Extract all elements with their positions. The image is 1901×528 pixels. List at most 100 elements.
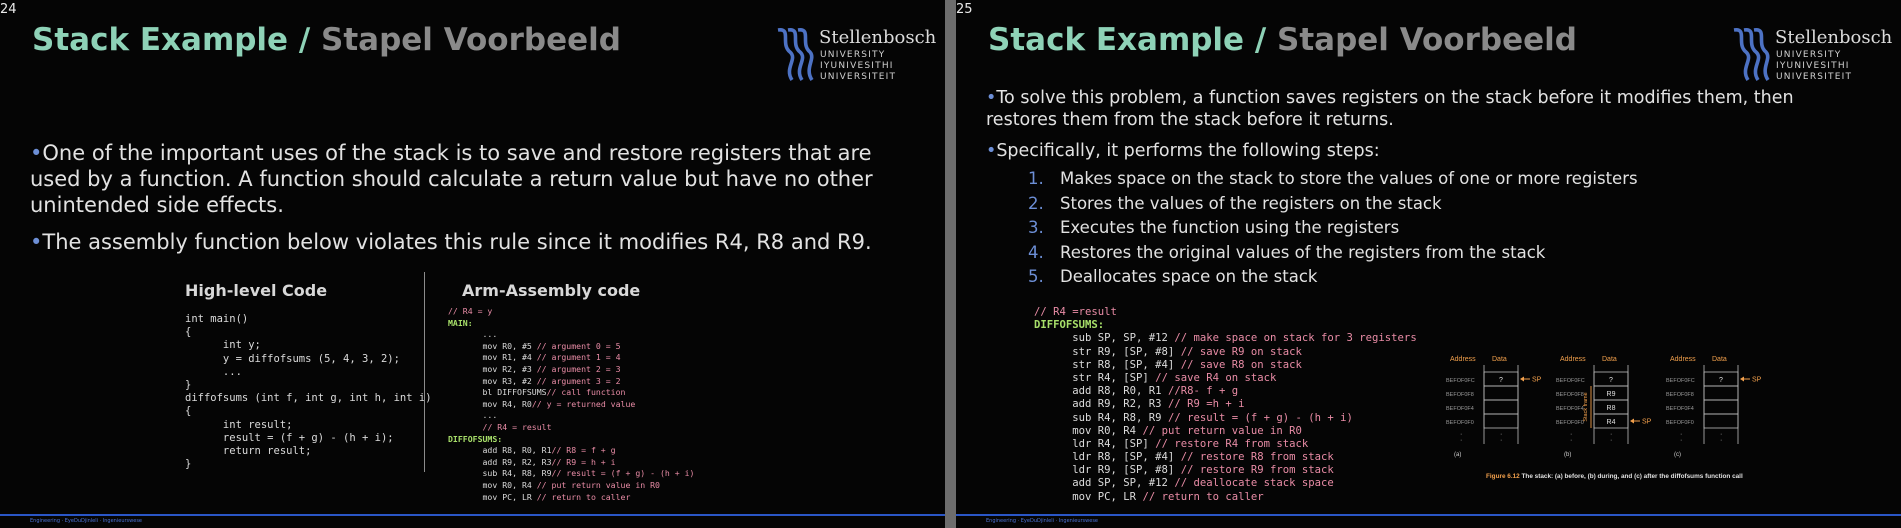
- high-level-code: int main() { int y; y = diffofsums (5, 4…: [185, 313, 432, 471]
- code-instruction: add R8, R0, R1: [1034, 385, 1168, 398]
- slide-title: Stack Example / Stapel Voorbeeld: [988, 22, 1577, 58]
- footer-text: Engineering · EyeDuDjinleli · Ingenieurs…: [30, 518, 142, 524]
- code-comment: // make space on stack for 3 registers: [1174, 332, 1417, 345]
- address-header: Address: [1670, 356, 1696, 363]
- code-instruction: mov PC, LR: [448, 491, 537, 502]
- code-comment: // argument 2 = 3: [536, 363, 621, 374]
- stack-frame-label: Stack frame: [1583, 392, 1589, 421]
- code-label: DIFFOFSUMS:: [448, 433, 503, 444]
- code-instruction: str R9, [SP, #8]: [1034, 345, 1181, 358]
- code-instruction: mov R4, R0: [448, 398, 532, 409]
- code-comment: // argument 3 = 2: [536, 375, 621, 386]
- code-line: mov R0, R4 // put return value in R0: [1034, 425, 1417, 438]
- logo-subtitle: UNIVERSITY IYUNIVESITHI UNIVERSITEIT: [820, 50, 897, 82]
- code-line: // R4 = y: [448, 306, 694, 318]
- stack-cell: [1703, 413, 1739, 429]
- step-item: 5. Deallocates space on the stack: [1028, 267, 1318, 286]
- code-comment: // R4 =result: [1034, 306, 1117, 318]
- university-logo: Stellenbosch UNIVERSITY IYUNIVESITHI UNI…: [772, 26, 936, 86]
- code-line: mov R0, #5 // argument 0 = 5: [448, 341, 694, 353]
- code-line: // R4 =result: [1034, 306, 1417, 319]
- code-label: MAIN:: [448, 317, 473, 328]
- code-line: ldr R8, [SP, #4] // restore R8 from stac…: [1034, 451, 1417, 464]
- stack-address: BEFOF0FC: [1556, 378, 1585, 384]
- ellipsis-dot: ·: [1460, 437, 1462, 444]
- bullet-2: •The assembly function below violates th…: [30, 230, 872, 254]
- title-english: Stack Example /: [32, 22, 311, 58]
- code-instruction: ...: [448, 329, 498, 340]
- bullet-dot: •: [30, 141, 43, 165]
- footer-bar: [956, 514, 1901, 516]
- address-header: Address: [1450, 356, 1476, 363]
- code-instruction: ldr R8, [SP, #4]: [1034, 451, 1181, 464]
- code-comment: // R4 = y: [448, 306, 493, 316]
- slide-number: 24: [0, 2, 17, 17]
- code-line: bl DIFFOFSUMS// call function: [448, 387, 694, 399]
- code-instruction: add R8, R0, R1: [448, 445, 552, 456]
- code-label: DIFFOFSUMS:: [1034, 319, 1105, 332]
- sp-arrow-head-icon: [1520, 376, 1524, 382]
- code-line: mov PC, LR // return to caller: [448, 492, 694, 504]
- ellipsis-dot: ·: [1570, 437, 1572, 444]
- stack-cell-value: R9: [1607, 391, 1616, 398]
- code-instruction: add SP, SP, #12: [1034, 477, 1175, 490]
- stack-cell: [1703, 399, 1739, 415]
- code-comment: // argument 1 = 4: [536, 352, 621, 363]
- logo-name: Stellenbosch: [1775, 27, 1893, 48]
- code-instruction: mov R0, #5: [448, 340, 537, 351]
- bullet-dot: •: [986, 141, 997, 161]
- stack-cell-value: ?: [1499, 377, 1503, 384]
- stack-cell: [1483, 413, 1519, 429]
- stack-address: BEFOF0FC: [1666, 378, 1695, 384]
- column-divider: [424, 272, 425, 472]
- figure-caption: Figure 6.12 The stack: (a) before, (b) d…: [1486, 473, 1743, 480]
- university-logo: Stellenbosch UNIVERSITY IYUNIVESITHI UNI…: [1728, 26, 1892, 86]
- stack-address: BEFOF0F8: [1556, 392, 1584, 398]
- step-item: 1. Makes space on the stack to store the …: [1028, 169, 1638, 188]
- code-line: str R9, [SP, #8] // save R9 on stack: [1034, 346, 1417, 359]
- code-line: mov R3, #2 // argument 3 = 2: [448, 376, 694, 388]
- code-comment: // argument 0 = 5: [536, 340, 621, 351]
- code-line: sub SP, SP, #12 // make space on stack f…: [1034, 332, 1417, 345]
- code-instruction: mov PC, LR: [1034, 490, 1143, 503]
- sp-arrow-head-icon: [1630, 418, 1634, 424]
- title-afrikaans: Stapel Voorbeeld: [1277, 22, 1577, 58]
- code-line: add SP, SP, #12 // deallocate stack spac…: [1034, 477, 1417, 490]
- data-header: Data: [1492, 356, 1507, 363]
- code-comment: // save R4 on stack: [1155, 371, 1277, 384]
- bullet-dot: •: [30, 230, 43, 254]
- steps-list: 1. Makes space on the stack to store the …: [1028, 167, 1638, 290]
- code-comment: // R9 =h + i: [1167, 398, 1245, 411]
- slide-number: 25: [956, 2, 973, 17]
- stack-cell: [1703, 385, 1739, 401]
- assembly-code: // R4 =result DIFFOFSUMS: sub SP, SP, #12…: [1034, 306, 1417, 504]
- stack-address: BEFOF0F4: [1666, 406, 1694, 412]
- logo-name: Stellenbosch: [819, 27, 937, 48]
- panel-tag: (b): [1564, 452, 1571, 458]
- code-comment: // put return value in R0: [536, 479, 660, 490]
- code-line: add R8, R0, R1// R8 = f + g: [448, 445, 694, 457]
- code-line: str R8, [SP, #4] // save R8 on stack: [1034, 359, 1417, 372]
- code-comment: // result = (f + g) - (h + i): [551, 468, 695, 479]
- stack-address: BEFOF0F0: [1556, 420, 1584, 426]
- bullet-1: •To solve this problem, a function saves…: [986, 88, 1794, 130]
- code-line: DIFFOFSUMS:: [448, 434, 694, 446]
- stack-cell-value: R8: [1607, 405, 1616, 412]
- slide-24: 24 Stack Example / Stapel Voorbeeld Stel…: [0, 0, 945, 528]
- code-line: ldr R4, [SP] // restore R4 from stack: [1034, 438, 1417, 451]
- stack-address: BEFOF0FC: [1446, 378, 1475, 384]
- logo-subtitle: UNIVERSITY IYUNIVESITHI UNIVERSITEIT: [1776, 50, 1853, 82]
- stack-address: BEFOF0F4: [1446, 406, 1474, 412]
- figure-caption-number: Figure 6.12: [1486, 473, 1520, 480]
- address-header: Address: [1560, 356, 1586, 363]
- slide-25: 25 Stack Example / Stapel Voorbeeld Stel…: [956, 0, 1901, 528]
- slide-footer: Engineering · EyeDuDjinleli · Ingenieurs…: [0, 514, 945, 528]
- code-instruction: add R9, R2, R3: [1034, 398, 1168, 411]
- data-header: Data: [1712, 356, 1727, 363]
- code-line: str R4, [SP] // save R4 on stack: [1034, 372, 1417, 385]
- code-line: mov R0, R4 // put return value in R0: [448, 480, 694, 492]
- code-comment: // save R9 on stack: [1180, 345, 1302, 358]
- bullet-2: •Specifically, it performs the following…: [986, 141, 1380, 161]
- code-comment: // save R8 on stack: [1180, 358, 1302, 371]
- code-instruction: ldr R4, [SP]: [1034, 437, 1156, 450]
